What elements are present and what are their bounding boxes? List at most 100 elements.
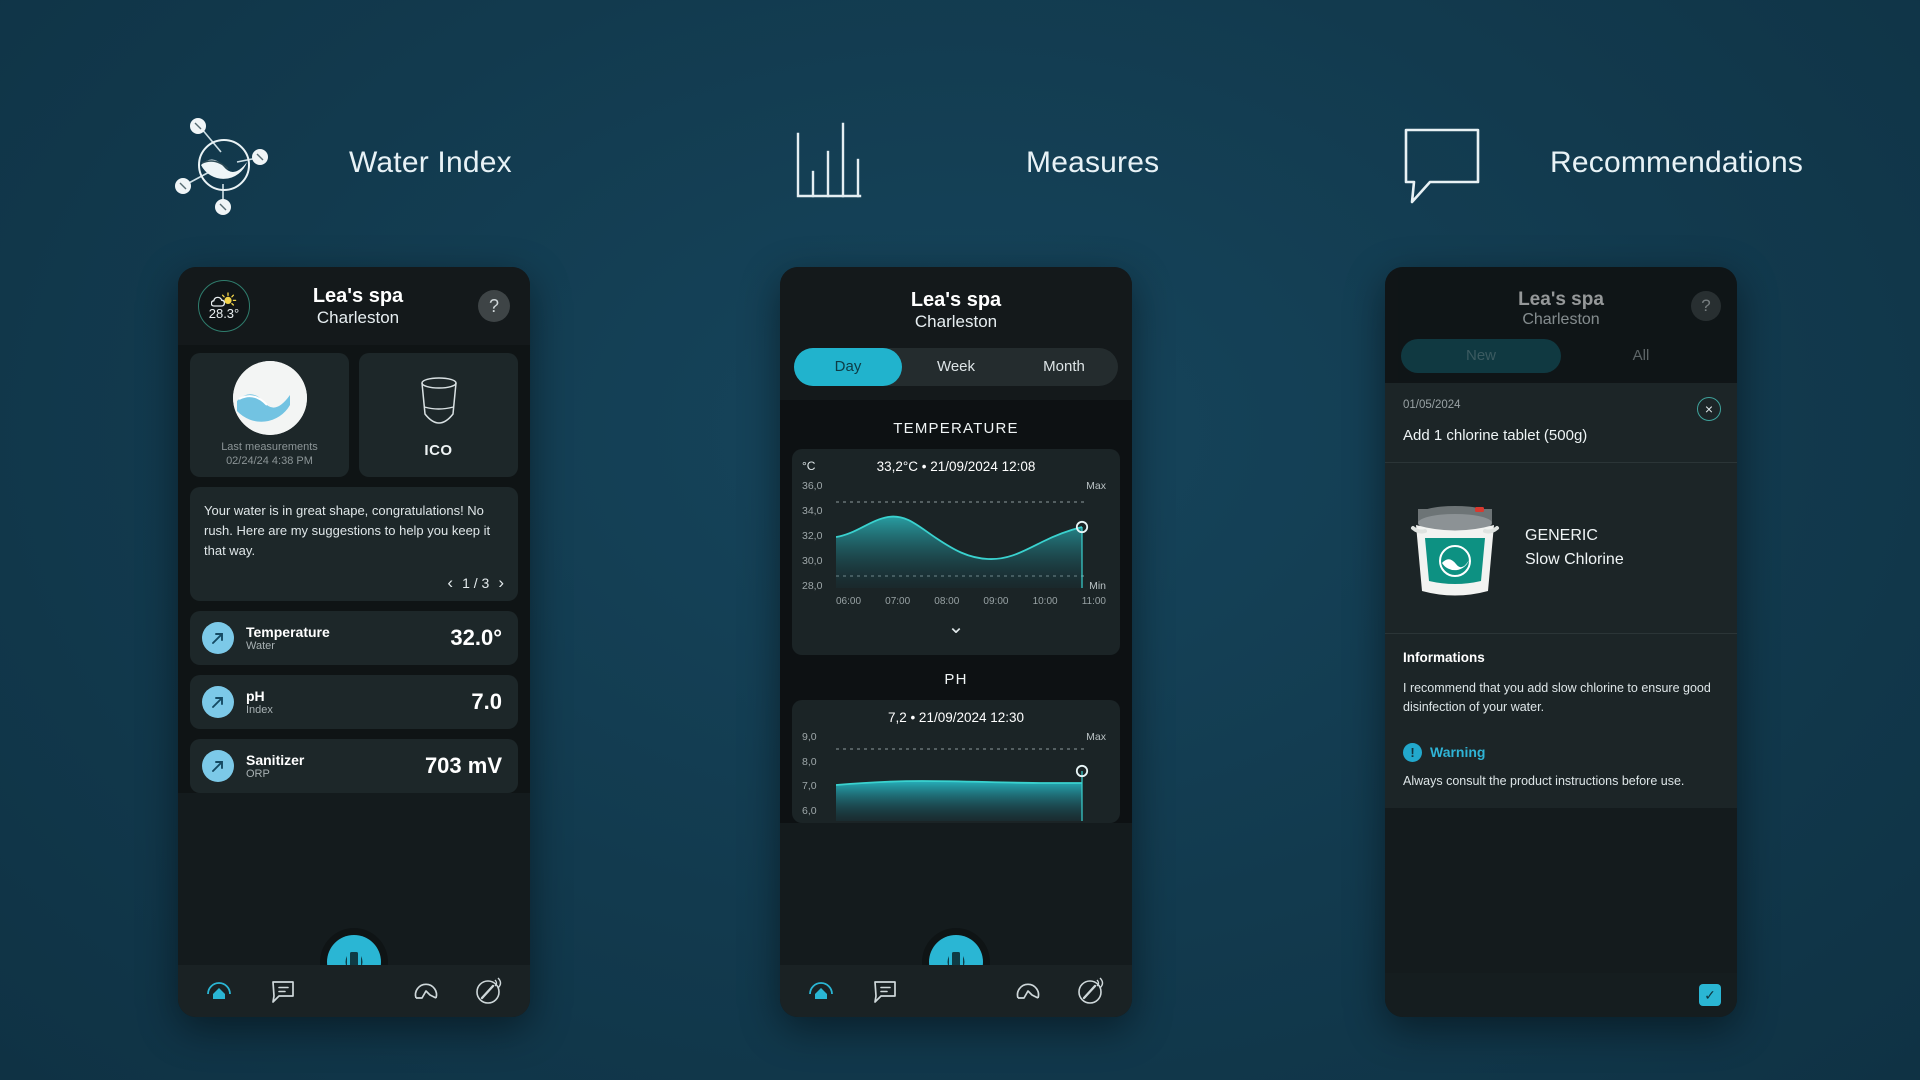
segment-all[interactable]: All <box>1561 339 1721 373</box>
metric-value: 703 mV <box>424 753 502 779</box>
metric-sub: Water <box>246 640 275 653</box>
phone-water-index: 28.3° Lea's spa Charleston ? Last measur… <box>178 267 530 1017</box>
home-icon <box>809 982 834 999</box>
home-icon <box>207 982 232 999</box>
advice-text: Your water is in great shape, congratula… <box>204 503 491 559</box>
recommendations-header: Lea's spa Charleston ? New All <box>1385 267 1737 383</box>
ph-area-chart <box>836 748 1089 821</box>
chart-y-ticks-temperature: 36,0 34,0 32,0 30,0 28,0 <box>802 480 823 592</box>
nav-item-chat[interactable] <box>265 974 299 1008</box>
trend-arrow-icon <box>202 686 234 719</box>
chart-card-ph[interactable]: 7,2 • 21/09/2024 12:30 9,0 8,0 7,0 6,0 M… <box>792 700 1120 823</box>
last-measurements-caption: Last measurements 02/24/24 4:38 PM <box>221 441 318 467</box>
metric-text: pH Index <box>246 687 471 717</box>
chart-max-label-temperature: Max <box>1086 480 1106 492</box>
recommendation-card: 01/05/2024 × Add 1 chlorine tablet (500g… <box>1385 383 1737 462</box>
confirm-checkbox[interactable]: ✓ <box>1699 984 1721 1006</box>
metric-text: Sanitizer ORP <box>246 751 425 781</box>
spa-name: Lea's spa <box>1518 289 1604 310</box>
advice-next-button[interactable]: › <box>498 573 504 593</box>
weather-temperature: 28.3° <box>208 305 240 321</box>
section-header-water-index: Water Index <box>165 108 512 218</box>
segment-day[interactable]: Day <box>794 348 902 386</box>
metric-name: Sanitizer <box>246 751 305 768</box>
water-index-titles: Lea's spa Charleston <box>238 285 478 328</box>
nav-item-test-strip[interactable] <box>1074 974 1108 1008</box>
spa-location: Charleston <box>914 312 998 331</box>
chart-header-temperature: 33,2°C • 21/09/2024 12:08 <box>876 459 1036 474</box>
test-strip-icon <box>475 977 501 1004</box>
metric-sub: Index <box>246 704 273 717</box>
phone-measures: Lea's spa Charleston Day Week Month TEMP… <box>780 267 1132 1017</box>
nav-item-gauge[interactable] <box>409 974 443 1008</box>
segment-month[interactable]: Month <box>1010 348 1118 386</box>
metric-value: 7.0 <box>471 689 502 715</box>
trend-arrow-icon <box>202 622 234 655</box>
chart-plot-temperature: 36,0 34,0 32,0 30,0 28,0 Max Min 06:00 0… <box>802 480 1110 608</box>
metric-value: 32.0° <box>450 625 502 651</box>
trend-arrow-icon <box>202 750 234 783</box>
metric-sub: ORP <box>246 768 270 781</box>
warning-text: Always consult the product instructions … <box>1403 773 1685 788</box>
nav-item-test-strip[interactable] <box>472 974 506 1008</box>
advice-pager: ‹ 1 / 3 › <box>204 573 504 593</box>
speech-bubble-icon <box>1400 108 1520 218</box>
recommendation-date: 01/05/2024 <box>1403 399 1461 411</box>
segment-week[interactable]: Week <box>902 348 1010 386</box>
chart-title-temperature: TEMPERATURE <box>893 420 1019 437</box>
recommendation-footer: ✓ <box>1385 973 1737 1017</box>
spa-location: Charleston <box>1522 311 1600 328</box>
section-header-recommendations: Recommendations <box>1400 108 1803 218</box>
spa-name: Lea's spa <box>312 284 404 307</box>
spa-location: Charleston <box>316 307 400 327</box>
spa-name: Lea's spa <box>910 289 1002 311</box>
measures-header: Lea's spa Charleston Day Week Month <box>780 267 1132 400</box>
product-title: Slow Chlorine <box>1525 551 1624 568</box>
advice-prev-button[interactable]: ‹ <box>447 573 453 593</box>
segment-new[interactable]: New <box>1401 339 1561 373</box>
gauge-icon <box>415 983 438 999</box>
help-button[interactable]: ? <box>478 290 510 322</box>
chart-top-temperature: °C 33,2°C • 21/09/2024 12:08 <box>802 459 1110 474</box>
ico-device-tile[interactable]: ICO <box>359 353 518 477</box>
product-row[interactable]: GENERIC Slow Chlorine <box>1385 463 1737 633</box>
metric-row-ph[interactable]: pH Index 7.0 <box>190 675 518 730</box>
measures-body: TEMPERATURE °C 33,2°C • 21/09/2024 12:08… <box>780 400 1132 823</box>
warning-label: Warning <box>1430 744 1486 760</box>
bar-chart-icon <box>790 108 910 218</box>
section-headers: Water Index Measures Recommendations <box>0 0 1920 250</box>
help-button[interactable]: ? <box>1691 291 1721 321</box>
nav-item-chat[interactable] <box>867 974 901 1008</box>
ico-device-icon <box>420 376 457 424</box>
metric-text: Temperature Water <box>246 624 450 653</box>
chart-top-ph: 7,2 • 21/09/2024 12:30 <box>802 710 1110 725</box>
recommendation-text: Add 1 chlorine tablet (500g) <box>1403 427 1588 444</box>
gauge-icon <box>1017 983 1040 999</box>
informations-section: Informations I recommend that you add sl… <box>1385 634 1737 809</box>
nav-item-gauge[interactable] <box>1011 974 1045 1008</box>
chart-header-ph: 7,2 • 21/09/2024 12:30 <box>887 710 1025 725</box>
section-header-measures: Measures <box>790 108 1159 218</box>
nav-item-home[interactable] <box>202 974 236 1008</box>
bottom-nav-bar <box>780 965 1132 1017</box>
section-label-recommendations: Recommendations <box>1550 146 1804 179</box>
warning-icon: ! <box>1403 742 1422 762</box>
metric-row-sanitizer[interactable]: Sanitizer ORP 703 mV <box>190 739 518 794</box>
chevron-down-icon[interactable]: ⌄ <box>802 608 1110 649</box>
warning-row: ! Warning <box>1403 742 1719 762</box>
water-molecule-icon <box>165 108 285 218</box>
tile-row: Last measurements 02/24/24 4:38 PM ICO <box>190 353 518 477</box>
chart-card-temperature[interactable]: °C 33,2°C • 21/09/2024 12:08 36,0 34,0 3… <box>792 449 1120 655</box>
close-icon[interactable]: × <box>1697 397 1721 421</box>
last-measurements-tile[interactable]: Last measurements 02/24/24 4:38 PM <box>190 353 349 477</box>
water-index-header: 28.3° Lea's spa Charleston ? <box>178 267 530 345</box>
ico-device-label: ICO <box>424 441 453 459</box>
product-brand: GENERIC <box>1525 527 1598 544</box>
nav-item-home[interactable] <box>804 974 838 1008</box>
metric-name: pH <box>246 687 265 704</box>
filter-segmented-control: New All <box>1401 339 1721 373</box>
metric-row-temperature[interactable]: Temperature Water 32.0° <box>190 611 518 666</box>
section-label-water-index: Water Index <box>349 146 512 179</box>
water-index-body: Last measurements 02/24/24 4:38 PM ICO Y… <box>178 345 530 794</box>
period-segmented-control: Day Week Month <box>794 348 1118 386</box>
